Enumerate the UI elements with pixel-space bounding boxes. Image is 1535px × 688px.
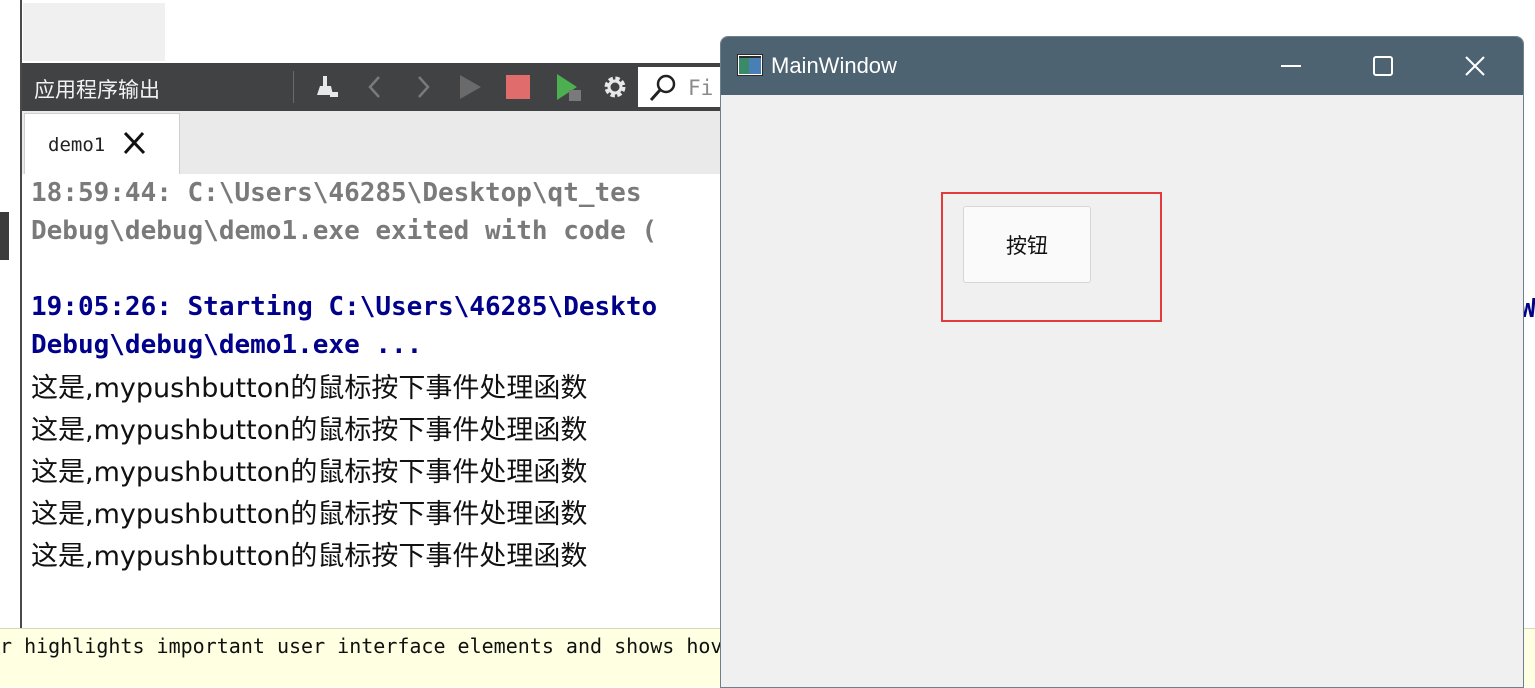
main-window: MainWindow 按钮 xyxy=(720,36,1524,688)
output-line: 18:59:44: C:\Users\46285\Desktop\qt_tes xyxy=(31,178,642,208)
output-text-area[interactable]: 18:59:44: C:\Users\46285\Desktop\qt_tes … xyxy=(22,174,722,626)
tab-label: demo1 xyxy=(48,134,106,156)
clear-output-button[interactable] xyxy=(310,71,342,103)
output-line: Debug\debug\demo1.exe ... xyxy=(31,330,423,360)
minimize-button[interactable] xyxy=(1245,37,1337,95)
window-title: MainWindow xyxy=(771,53,897,78)
rerun-button[interactable] xyxy=(454,71,486,103)
tooltip-text: r highlights important user interface el… xyxy=(0,634,723,658)
sidebar-dark-block xyxy=(0,212,9,260)
output-pane-toolbar: 应用程序输出 Fi xyxy=(22,63,722,111)
left-sidebar-strip xyxy=(0,0,9,686)
maximize-icon xyxy=(1373,56,1393,76)
debug-run-button[interactable] xyxy=(552,71,584,103)
output-line: 这是,mypushbutton的鼠标按下事件处理函数 xyxy=(31,499,588,530)
stop-icon xyxy=(506,75,530,99)
settings-button[interactable] xyxy=(599,71,631,103)
filter-input[interactable]: Fi xyxy=(638,67,722,107)
minimize-icon xyxy=(1281,65,1301,67)
output-line: 19:05:26: Starting C:\Users\46285\Deskto xyxy=(31,292,658,322)
output-line: 这是,mypushbutton的鼠标按下事件处理函数 xyxy=(31,373,588,404)
close-tab-icon[interactable] xyxy=(121,130,147,156)
output-line: 这是,mypushbutton的鼠标按下事件处理函数 xyxy=(31,457,588,488)
broom-icon xyxy=(317,76,338,97)
chevron-right-icon xyxy=(418,76,430,98)
window-titlebar[interactable]: MainWindow xyxy=(721,37,1523,95)
maximize-button[interactable] xyxy=(1337,37,1429,95)
close-icon xyxy=(1465,56,1485,76)
output-pane-title: 应用程序输出 xyxy=(34,78,160,102)
tab-demo1[interactable]: demo1 xyxy=(24,113,180,176)
toolbar-separator xyxy=(293,71,294,103)
run-debug-icon xyxy=(557,74,581,101)
play-icon xyxy=(460,75,481,99)
output-line: Debug\debug\demo1.exe exited with code ( xyxy=(31,216,658,246)
output-line: 这是,mypushbutton的鼠标按下事件处理函数 xyxy=(31,415,588,446)
close-button[interactable] xyxy=(1429,37,1521,95)
filter-placeholder: Fi xyxy=(688,76,714,100)
window-content: 按钮 xyxy=(721,95,1523,687)
output-tab-strip: demo1 xyxy=(22,111,722,176)
app-window-icon xyxy=(737,54,763,76)
stop-button[interactable] xyxy=(502,71,534,103)
push-button[interactable]: 按钮 xyxy=(963,206,1091,283)
output-line: 这是,mypushbutton的鼠标按下事件处理函数 xyxy=(31,541,588,572)
top-panel xyxy=(23,3,165,61)
previous-item-button[interactable] xyxy=(359,71,391,103)
next-item-button[interactable] xyxy=(407,71,439,103)
gear-icon xyxy=(604,76,626,98)
search-icon xyxy=(649,74,676,102)
chevron-left-icon xyxy=(368,76,380,98)
